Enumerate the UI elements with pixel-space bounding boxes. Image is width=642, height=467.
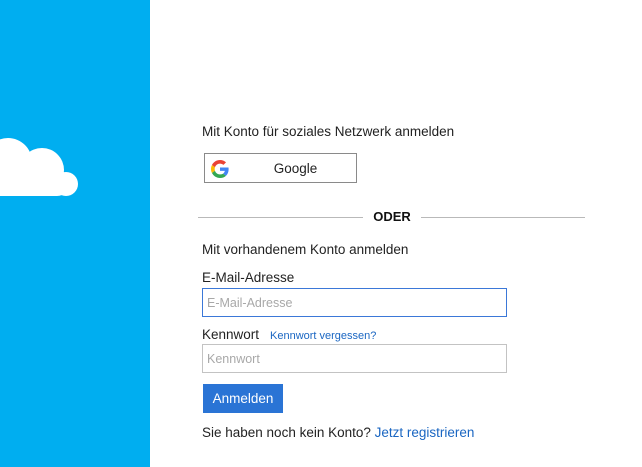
account-login-title: Mit vorhandenem Konto anmelden (202, 242, 409, 257)
divider-line-right (421, 217, 585, 218)
google-button-label: Google (273, 161, 318, 176)
email-label: E-Mail-Adresse (202, 270, 295, 285)
cloud-icon (0, 138, 78, 196)
divider-text: ODER (373, 209, 411, 224)
login-page: Mit Konto für soziales Netzwerk anmelden… (0, 0, 642, 467)
side-panel (0, 0, 150, 467)
signin-button[interactable]: Anmelden (203, 384, 283, 413)
divider-line-left (198, 217, 363, 218)
register-line: Sie haben noch kein Konto? Jetzt registr… (202, 425, 474, 440)
register-prompt: Sie haben noch kein Konto? (202, 425, 371, 440)
email-input[interactable] (202, 288, 507, 317)
password-input[interactable] (202, 344, 507, 373)
google-login-button[interactable]: Google (204, 153, 357, 183)
social-login-title: Mit Konto für soziales Netzwerk anmelden (202, 124, 455, 139)
password-label: Kennwort (202, 327, 260, 342)
forgot-password-link[interactable]: Kennwort vergessen? (270, 330, 376, 342)
register-link[interactable]: Jetzt registrieren (375, 425, 475, 440)
